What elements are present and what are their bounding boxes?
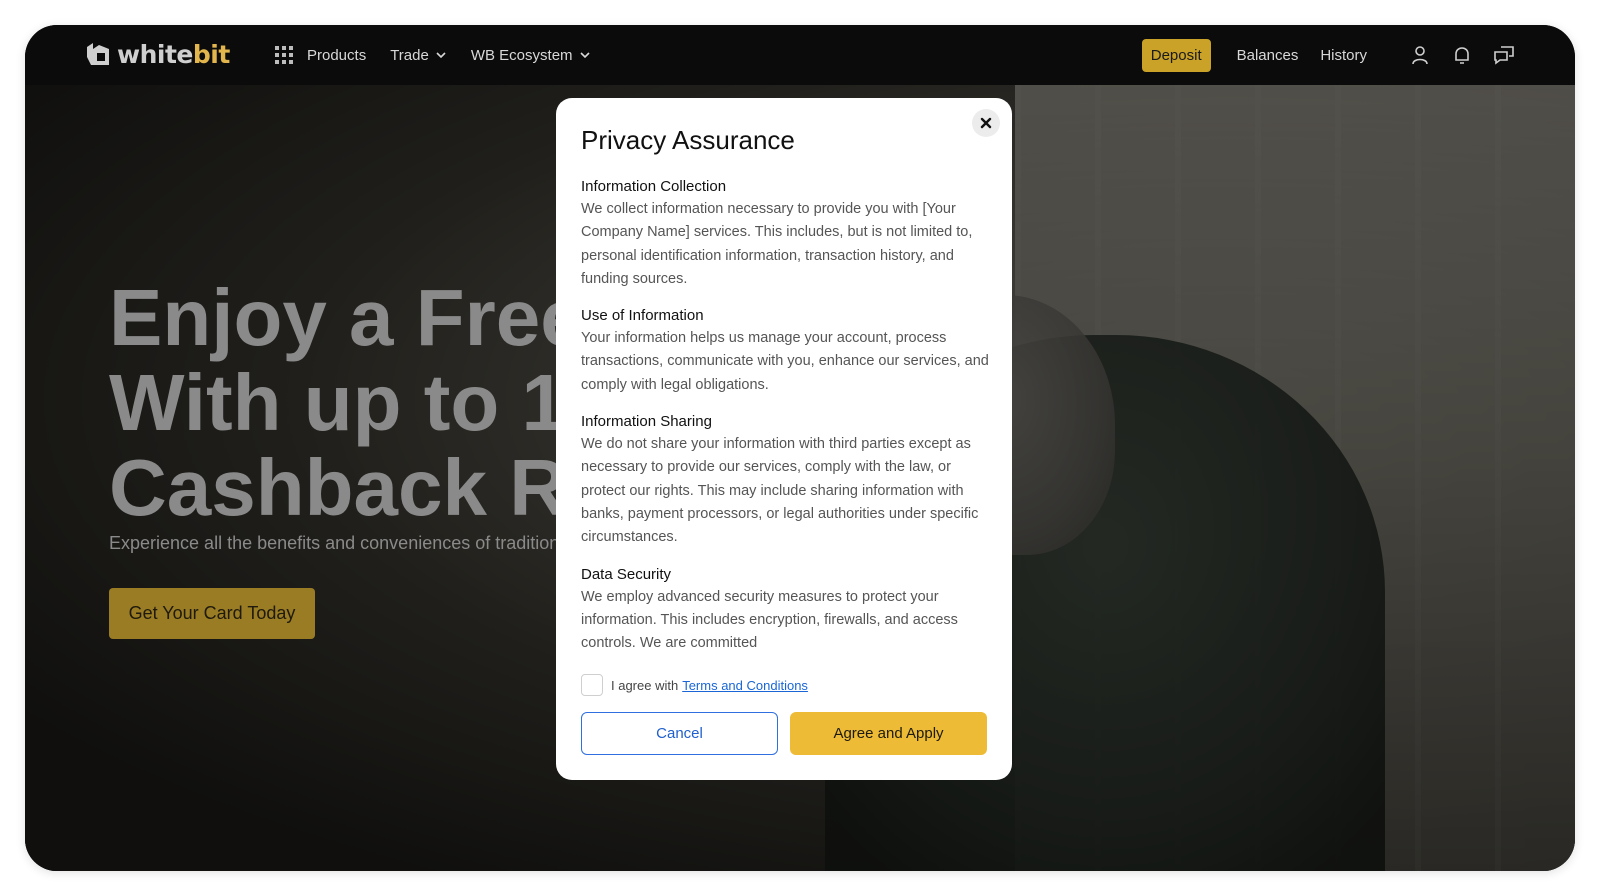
logo-bit: bit xyxy=(192,39,230,69)
section-information-collection: Information Collection We collect inform… xyxy=(581,176,991,291)
modal-body: Information Collection We collect inform… xyxy=(581,176,991,669)
section-text: Your information helps us manage your ac… xyxy=(581,330,989,393)
browser-frame: whitebit Products Trade WB Ecosystem Dep… xyxy=(25,25,1575,871)
section-heading: Information Sharing xyxy=(581,413,712,431)
chevron-down-icon xyxy=(579,52,590,59)
agree-and-apply-button[interactable]: Agree and Apply xyxy=(790,712,987,755)
top-navbar: whitebit Products Trade WB Ecosystem Dep… xyxy=(25,25,1575,85)
section-text: We collect information necessary to prov… xyxy=(581,201,973,287)
section-heading: Data Security xyxy=(581,565,672,583)
user-icon[interactable] xyxy=(1409,44,1431,66)
section-text: We employ advanced security measures to … xyxy=(581,588,958,652)
modal-title: Privacy Assurance xyxy=(581,125,795,155)
nav-item-label: WB Ecosystem xyxy=(470,46,573,64)
agree-checkbox[interactable] xyxy=(581,674,603,696)
logo-white: white xyxy=(117,39,193,69)
privacy-modal: Privacy Assurance Information Collection… xyxy=(556,98,1012,780)
close-icon xyxy=(980,117,992,129)
section-heading: Use of Information xyxy=(581,307,704,325)
section-information-sharing: Information Sharing We do not share your… xyxy=(581,411,991,549)
nav-menu: Products Trade WB Ecosystem xyxy=(273,25,591,85)
history-link[interactable]: History xyxy=(1320,47,1367,64)
get-card-button[interactable]: Get Your Card Today xyxy=(109,588,315,639)
whitebit-logo-icon xyxy=(87,43,109,65)
section-heading: Information Collection xyxy=(581,178,727,195)
balances-link[interactable]: Balances xyxy=(1237,47,1299,64)
section-data-security: Data Security We employ advanced securit… xyxy=(581,564,991,656)
nav-item-trade[interactable]: Trade xyxy=(390,47,447,64)
nav-item-label: Trade xyxy=(390,46,429,64)
bell-icon[interactable] xyxy=(1451,44,1473,66)
agree-text: I agree with xyxy=(611,677,679,693)
hero-subtitle: Experience all the benefits and convenie… xyxy=(109,533,560,553)
section-use-of-information: Use of Information Your information help… xyxy=(581,305,991,397)
logo[interactable]: whitebit xyxy=(83,39,230,69)
agree-row: I agree with Terms and Conditions xyxy=(581,674,808,696)
nav-item-products[interactable]: Products xyxy=(273,44,366,66)
close-button[interactable] xyxy=(972,109,1000,137)
terms-link[interactable]: Terms and Conditions xyxy=(682,678,808,693)
cancel-button[interactable]: Cancel xyxy=(581,712,778,755)
section-text: We do not share your information with th… xyxy=(581,436,979,546)
nav-actions: Deposit Balances History xyxy=(1141,25,1515,85)
logo-text: whitebit xyxy=(117,40,230,69)
deposit-button[interactable]: Deposit xyxy=(1141,38,1211,72)
nav-item-wb-ecosystem[interactable]: WB Ecosystem xyxy=(471,47,591,64)
grid-icon xyxy=(275,46,293,64)
chat-icon[interactable] xyxy=(1493,44,1515,66)
chevron-down-icon xyxy=(436,52,446,59)
nav-item-label: Products xyxy=(307,46,367,64)
